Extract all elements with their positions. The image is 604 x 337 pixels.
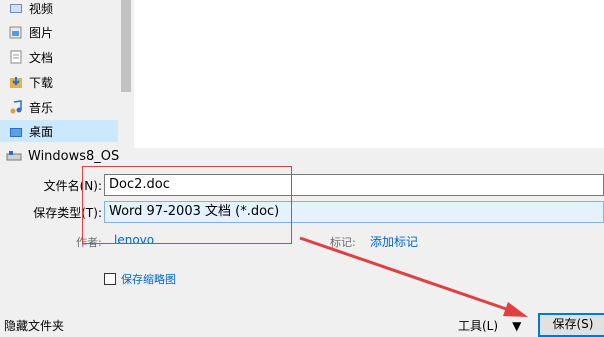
nav-item-desktop[interactable]: 桌面 bbox=[0, 120, 118, 142]
hide-folders-button[interactable]: 隐藏文件夹 bbox=[4, 317, 64, 334]
nav-item-music[interactable]: 音乐 bbox=[8, 96, 116, 118]
documents-folder-icon bbox=[10, 50, 22, 64]
dropdown-arrow-icon: ▼ bbox=[512, 318, 522, 333]
desktop-folder-icon bbox=[10, 128, 22, 137]
drive-icon bbox=[6, 151, 22, 161]
author-label: 作者: bbox=[76, 236, 102, 249]
navigation-pane: 视频 图片 文档 下载 音乐 桌面 bbox=[0, 0, 118, 148]
nav-item-label: Windows8_OS bbox=[28, 148, 120, 164]
nav-scrollbar[interactable] bbox=[118, 0, 134, 148]
save-thumbnail-label[interactable]: 保存缩略图 bbox=[121, 271, 176, 287]
nav-item-downloads[interactable]: 下载 bbox=[8, 71, 116, 93]
nav-item-label: 图片 bbox=[29, 25, 54, 40]
filename-input[interactable]: Doc2.doc bbox=[104, 174, 604, 196]
nav-item-pictures[interactable]: 图片 bbox=[8, 21, 116, 43]
author-value[interactable]: lenovo bbox=[114, 233, 154, 247]
save-button[interactable]: 保存(S) bbox=[538, 313, 604, 337]
nav-item-label: 桌面 bbox=[29, 124, 54, 139]
tags-value[interactable]: 添加标记 bbox=[370, 233, 418, 250]
nav-item-videos[interactable]: 视频 bbox=[8, 0, 116, 19]
downloads-folder-icon bbox=[10, 77, 22, 88]
video-folder-icon bbox=[10, 4, 22, 13]
pictures-folder-icon bbox=[9, 26, 22, 39]
nav-item-label: 文档 bbox=[29, 50, 54, 65]
nav-item-drive[interactable]: Windows8_OS bbox=[6, 146, 119, 166]
music-folder-icon bbox=[10, 100, 22, 114]
filetype-label: 保存类型(T): bbox=[33, 206, 102, 220]
scrollbar-thumb[interactable] bbox=[121, 0, 131, 92]
nav-item-label: 视频 bbox=[29, 1, 54, 16]
filename-label: 文件名(N): bbox=[43, 179, 102, 193]
filetype-select[interactable]: Word 97-2003 文档 (*.doc) bbox=[104, 201, 604, 223]
filetype-label-box: 保存类型(T): bbox=[0, 201, 104, 223]
nav-item-documents[interactable]: 文档 bbox=[8, 46, 116, 68]
tags-label: 标记: bbox=[330, 236, 356, 249]
file-list-area[interactable] bbox=[134, 0, 604, 148]
nav-item-label: 下载 bbox=[29, 75, 54, 90]
tools-label: 工具(L) bbox=[458, 319, 499, 333]
tools-menu[interactable]: 工具(L) ▼ bbox=[458, 317, 521, 334]
save-thumbnail-checkbox[interactable] bbox=[104, 273, 116, 285]
nav-item-label: 音乐 bbox=[29, 100, 54, 115]
filename-label-box: 文件名(N): bbox=[0, 174, 104, 196]
